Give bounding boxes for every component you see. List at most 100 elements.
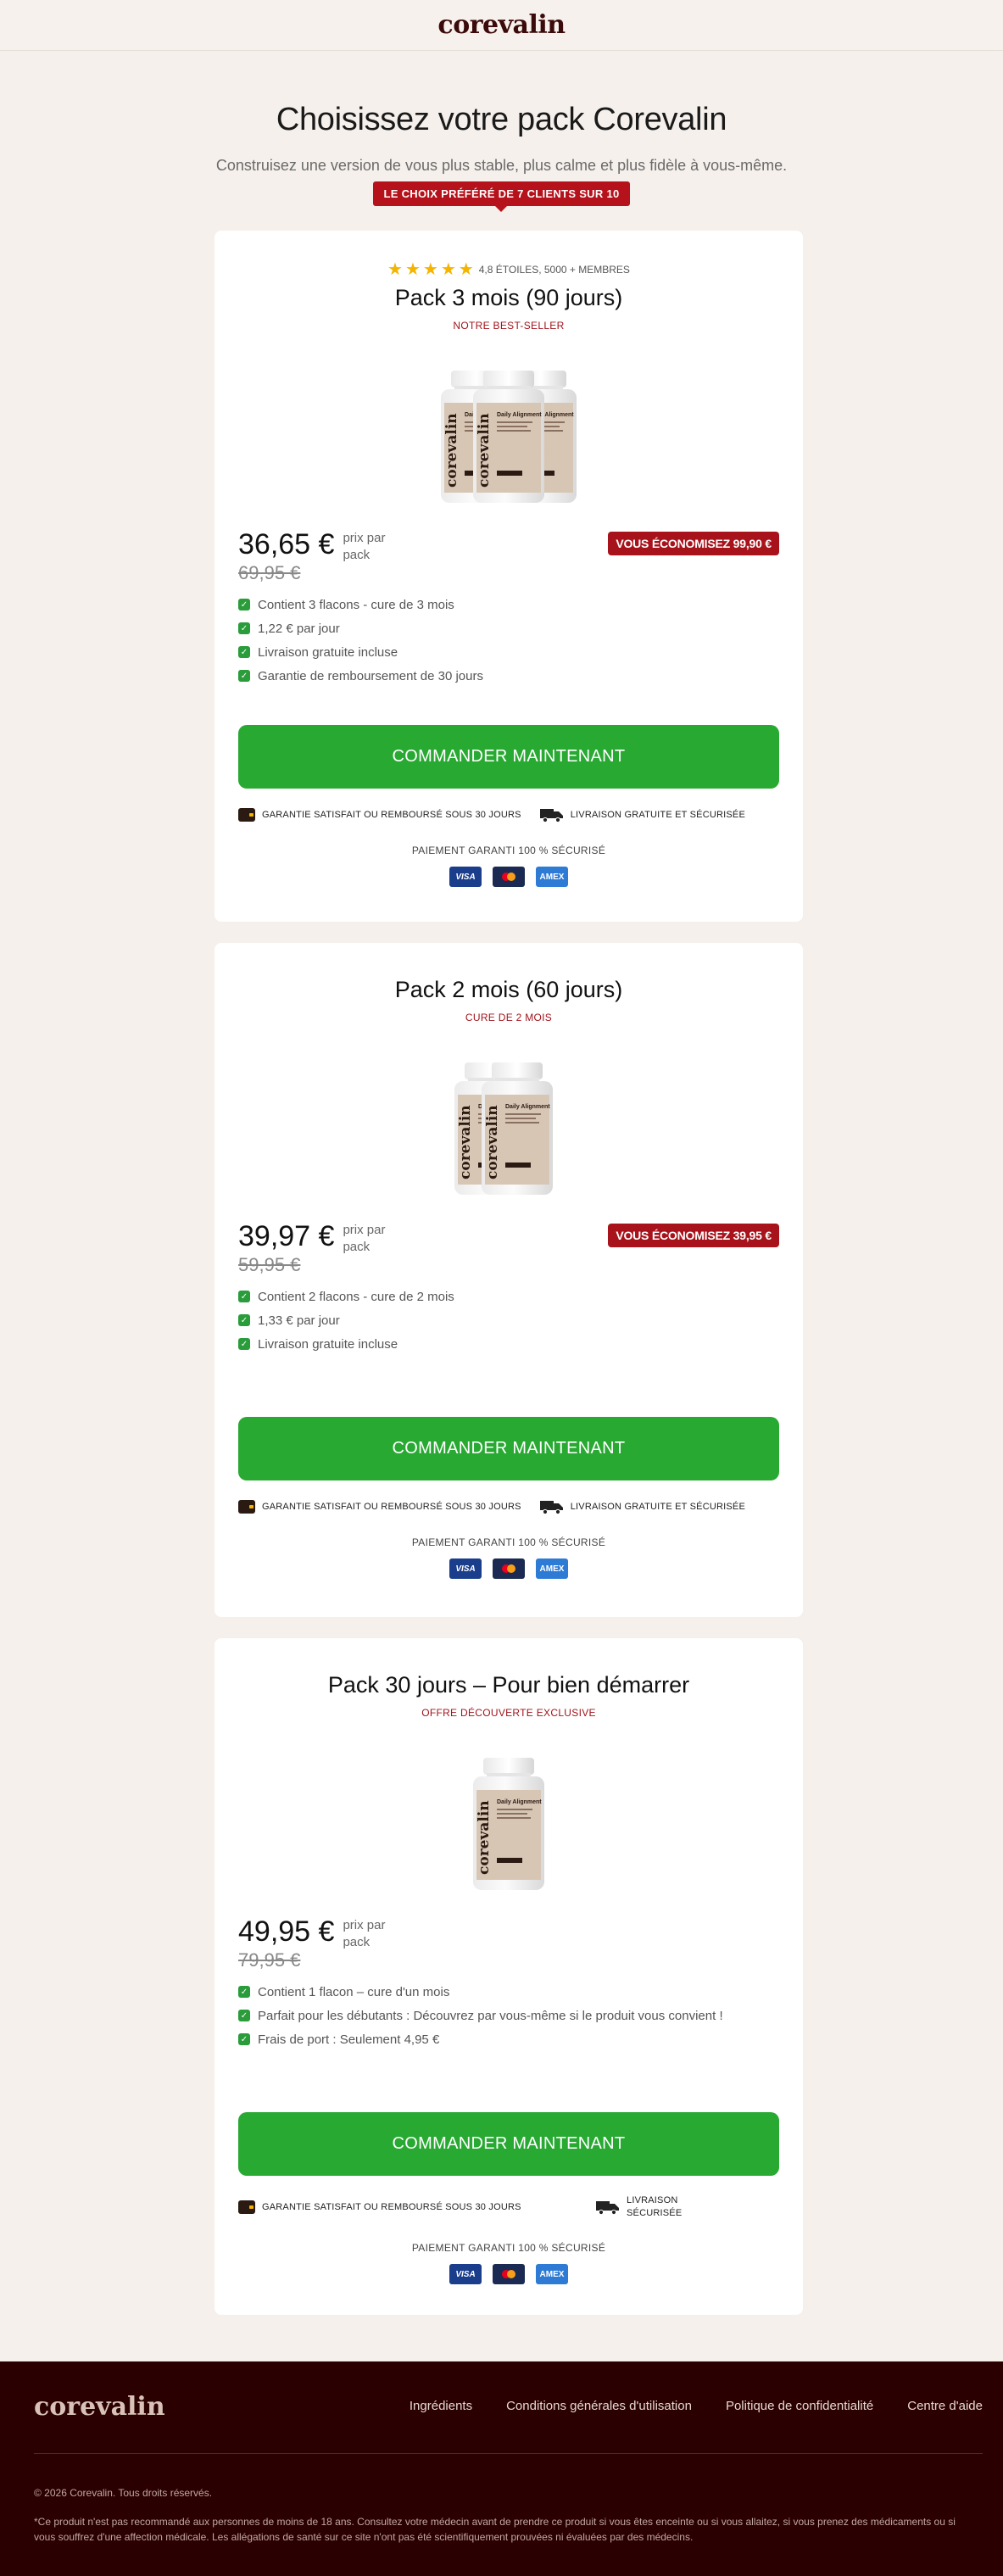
list-item: ✓ Livraison gratuite incluse: [238, 640, 779, 664]
feature-text: Contient 3 flacons - cure de 3 mois: [258, 597, 454, 612]
amex-icon: AMEX: [536, 2264, 568, 2284]
order-now-button[interactable]: COMMANDER MAINTENANT: [238, 2112, 779, 2176]
feature-text: 1,33 € par jour: [258, 1313, 340, 1328]
svg-text:corevalin: corevalin: [443, 413, 460, 488]
svg-text:Daily Alignment: Daily Alignment: [497, 412, 542, 418]
site-footer: corevalin Ingrédients Conditions général…: [0, 2361, 1003, 2576]
rating-text: 4,8 ÉTOILES, 5000 + MEMBRES: [478, 264, 630, 276]
visa-icon: VISA: [449, 1558, 482, 1579]
feature-text: Contient 1 flacon – cure d'un mois: [258, 1984, 450, 1999]
order-now-button[interactable]: COMMANDER MAINTENANT: [238, 725, 779, 789]
pack-card-30-days: Pack 30 jours – Pour bien démarrer OFFRE…: [215, 1638, 803, 2315]
site-header: corevalin: [0, 0, 1003, 51]
product-image: corevalinDaily AlignmentcorevalinDaily A…: [238, 1051, 779, 1196]
amex-icon: AMEX: [536, 867, 568, 887]
savings-badge: VOUS ÉCONOMISEZ 99,90 €: [608, 532, 779, 555]
payment-title: PAIEMENT GARANTI 100 % SÉCURISÉ: [411, 1536, 606, 1548]
pack-subtitle: NOTRE BEST-SELLER: [453, 320, 565, 332]
pack-subtitle: OFFRE DÉCOUVERTE EXCLUSIVE: [421, 1707, 596, 1719]
footer-link-privacy[interactable]: Politique de confidentialité: [726, 2399, 873, 2413]
svg-text:Daily Alignment: Daily Alignment: [497, 1799, 542, 1805]
hero: Choisissez votre pack Corevalin Construi…: [0, 51, 1003, 212]
list-item: ✓ Contient 3 flacons - cure de 3 mois: [238, 593, 779, 616]
check-icon: ✓: [238, 2010, 250, 2021]
price-value: 36,65 €: [238, 528, 335, 560]
list-item: ✓ 1,22 € par jour: [238, 616, 779, 640]
list-item: ✓ Contient 2 flacons - cure de 2 mois: [238, 1285, 779, 1308]
truck-icon: [596, 2200, 620, 2216]
old-price: 69,95 €: [238, 562, 301, 583]
payment-methods: VISA AMEX: [238, 867, 779, 887]
wallet-icon: [238, 2200, 255, 2214]
check-icon: ✓: [238, 1291, 250, 1302]
star-rating: ★ ★ ★ ★ ★: [387, 261, 474, 278]
feature-list: ✓ Contient 3 flacons - cure de 3 mois ✓ 1,…: [238, 593, 779, 688]
price-row: 36,65 € prix par pack 69,95 € VOUS ÉCONO…: [238, 528, 779, 584]
pack-card-2-months: Pack 2 mois (60 jours) CURE DE 2 MOIS co…: [215, 943, 803, 1617]
list-item: ✓ Garantie de remboursement de 30 jours: [238, 664, 779, 688]
price-unit: prix par pack: [343, 1918, 386, 1949]
amex-icon: AMEX: [536, 1558, 568, 1579]
footer-link-terms[interactable]: Conditions générales d'utilisation: [506, 2399, 692, 2413]
footer-link-ingredients[interactable]: Ingrédients: [410, 2399, 472, 2413]
check-icon: ✓: [238, 622, 250, 634]
shipping-text: LIVRAISON GRATUITE ET SÉCURISÉE: [570, 810, 745, 820]
list-item: ✓ Frais de port : Seulement 4,95 €: [238, 2027, 779, 2051]
star-icon: ★: [387, 260, 403, 279]
price-unit: prix par pack: [343, 1223, 386, 1254]
footer-logo[interactable]: corevalin: [34, 2392, 165, 2422]
star-icon: ★: [458, 260, 474, 279]
pack-card-3-months: ★ ★ ★ ★ ★ 4,8 ÉTOILES, 5000 + MEMBRES Pa…: [215, 231, 803, 922]
check-icon: ✓: [238, 670, 250, 682]
list-item: ✓ Parfait pour les débutants : Découvrez …: [238, 2004, 779, 2027]
svg-text:Daily Alignment: Daily Alignment: [505, 1104, 550, 1110]
payment-methods: VISA AMEX: [238, 1558, 779, 1579]
payment-methods: VISA AMEX: [238, 2264, 779, 2284]
list-item: ✓ Livraison gratuite incluse: [238, 1332, 779, 1356]
page-title: Choisissez votre pack Corevalin: [276, 102, 727, 137]
bottle-icon: corevalin Daily Alignment: [473, 1758, 544, 1890]
star-icon: ★: [404, 260, 421, 279]
footer-divider: [34, 2453, 983, 2454]
feature-text: Livraison gratuite incluse: [258, 644, 398, 660]
check-icon: ✓: [238, 1986, 250, 1998]
svg-text:corevalin: corevalin: [457, 1105, 474, 1179]
feature-text: Garantie de remboursement de 30 jours: [258, 668, 483, 683]
bottle-icon: corevalin Daily Alignment: [482, 1062, 553, 1195]
price-unit: prix par pack: [343, 531, 386, 562]
guarantee-text: GARANTIE SATISFAIT OU REMBOURSÉ SOUS 30 …: [262, 2202, 521, 2212]
pack-title: Pack 30 jours – Pour bien démarrer: [327, 1672, 690, 1698]
feature-text: Frais de port : Seulement 4,95 €: [258, 2032, 440, 2047]
mastercard-icon: [493, 2264, 525, 2284]
mastercard-icon: [493, 1558, 525, 1579]
product-bottle: corevalin Daily Alignment: [476, 1061, 558, 1196]
footer-link-help[interactable]: Centre d'aide: [907, 2399, 983, 2413]
order-now-button[interactable]: COMMANDER MAINTENANT: [238, 1417, 779, 1480]
list-item: ✓ Contient 1 flacon – cure d'un mois: [238, 1980, 779, 2004]
popular-choice-ribbon: LE CHOIX PRÉFÉRÉ DE 7 CLIENTS SUR 10: [373, 181, 630, 212]
guarantee-text: GARANTIE SATISFAIT OU REMBOURSÉ SOUS 30 …: [262, 1502, 521, 1512]
guarantees: GARANTIE SATISFAIT OU REMBOURSÉ SOUS 30 …: [238, 807, 779, 823]
pack-subtitle: CURE DE 2 MOIS: [465, 1012, 553, 1023]
check-icon: ✓: [238, 1314, 250, 1326]
star-icon: ★: [422, 260, 438, 279]
guarantees: GARANTIE SATISFAIT OU REMBOURSÉ SOUS 30 …: [238, 2194, 779, 2220]
price-row: 39,97 € prix par pack 59,95 € VOUS ÉCONO…: [238, 1220, 779, 1276]
mastercard-icon: [493, 867, 525, 887]
price-value: 49,95 €: [238, 1915, 335, 1948]
truck-icon: [539, 1499, 564, 1515]
old-price: 59,95 €: [238, 1254, 301, 1275]
price-row: 49,95 € prix par pack 79,95 €: [238, 1915, 779, 1971]
price: 49,95 € prix par pack: [238, 1915, 393, 1951]
brand-logo[interactable]: corevalin: [437, 10, 566, 40]
page-subtitle: Construisez une version de vous plus sta…: [215, 157, 788, 174]
payment-title: PAIEMENT GARANTI 100 % SÉCURISÉ: [411, 845, 606, 856]
payment-title: PAIEMENT GARANTI 100 % SÉCURISÉ: [411, 2242, 606, 2254]
check-icon: ✓: [238, 2033, 250, 2045]
price: 36,65 € prix par pack: [238, 528, 393, 564]
visa-icon: VISA: [449, 2264, 482, 2284]
wallet-icon: [238, 808, 255, 822]
product-bottle: corevalin Daily Alignment: [468, 369, 549, 505]
check-icon: ✓: [238, 599, 250, 611]
shipping-text: LIVRAISON SÉCURISÉE: [627, 2195, 683, 2218]
